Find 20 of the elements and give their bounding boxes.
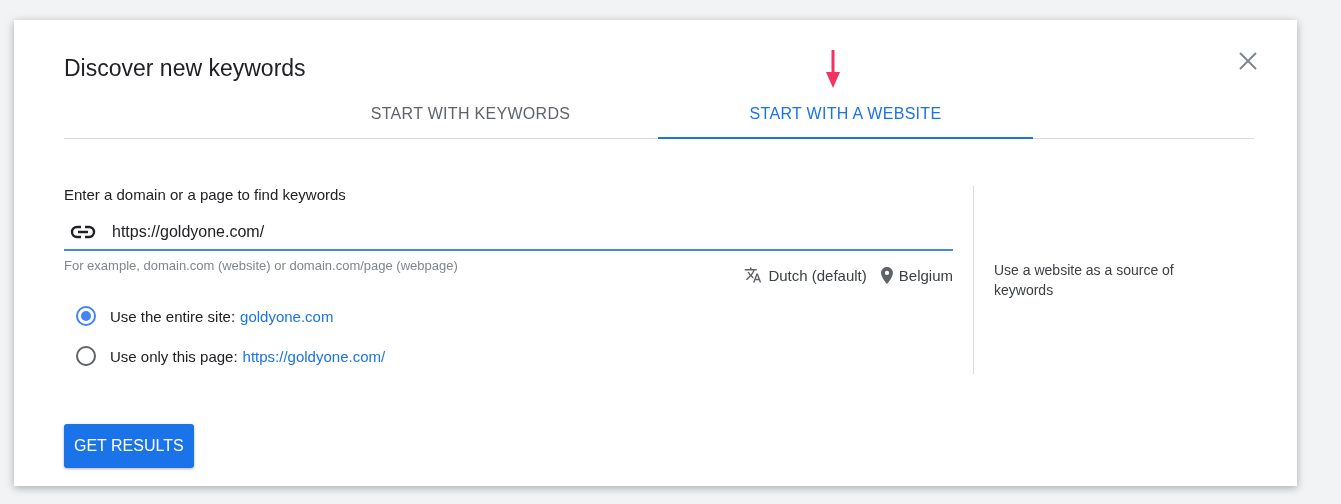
link-icon bbox=[70, 225, 96, 239]
location-text: Belgium bbox=[898, 266, 953, 284]
tab[interactable]: START WITH A WEBSITE bbox=[658, 91, 1033, 139]
site-link[interactable]: https://goldyone.com/ bbox=[242, 347, 386, 365]
translate-icon bbox=[744, 266, 763, 284]
pointer-arrow-icon bbox=[826, 50, 840, 90]
radio-button[interactable] bbox=[76, 346, 96, 366]
radio-button[interactable] bbox=[76, 306, 96, 326]
get-results-button[interactable]: GET RESULTS bbox=[64, 424, 194, 468]
option-label: Use only this page: bbox=[110, 347, 238, 365]
close-button[interactable] bbox=[1237, 50, 1259, 72]
location-pin-icon bbox=[880, 266, 893, 284]
dialog-title: Discover new keywords bbox=[64, 56, 306, 80]
field-hint: For example, domain.com (website) or domain.com/page (webpage) bbox=[64, 258, 458, 273]
field-label: Enter a domain or a page to find keywords bbox=[64, 186, 347, 203]
tab[interactable]: START WITH KEYWORDS bbox=[283, 91, 658, 139]
side-note: Use a website as a source of keywords bbox=[994, 261, 1175, 300]
language-text: Dutch (default) bbox=[768, 266, 867, 284]
option-label: Use the entire site: bbox=[110, 307, 236, 325]
site-link[interactable]: goldyone.com bbox=[240, 307, 334, 325]
